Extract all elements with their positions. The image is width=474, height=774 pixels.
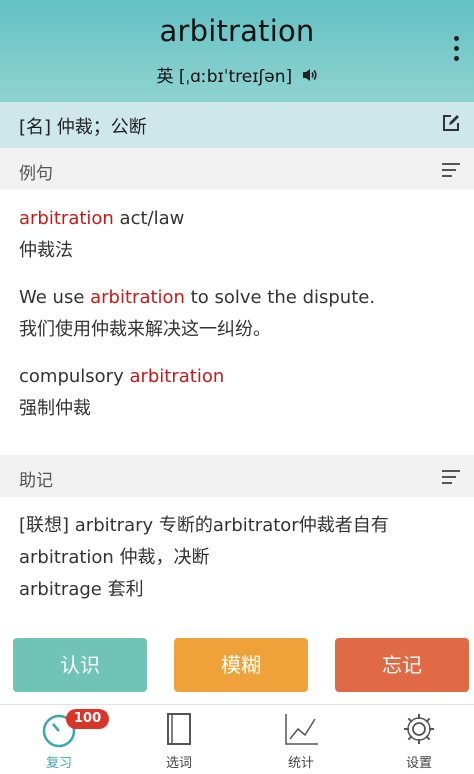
example-item: compulsory arbitration 强制仲裁	[19, 361, 224, 425]
tab-review[interactable]: 100 复习	[0, 705, 118, 774]
example-zh: 仲裁法	[19, 240, 73, 261]
mnemonic-line: [联想] arbitrary 专断的arbitrator仲裁者自有	[19, 515, 389, 536]
example-en: arbitration act/law	[19, 208, 185, 229]
highlight-word: arbitration	[19, 208, 114, 229]
speaker-icon[interactable]	[302, 67, 318, 87]
mnemonic-line: arbitrage 套利	[19, 579, 144, 600]
examples-header: 例句	[0, 148, 474, 190]
tab-settings[interactable]: 设置	[360, 705, 474, 774]
examples-sort-icon[interactable]	[442, 163, 460, 181]
bottom-tab-bar: 100 复习 选词 统计 设置	[0, 704, 474, 774]
example-en: compulsory arbitration	[19, 366, 225, 387]
answer-button-bar: 认识 模糊 忘记	[0, 630, 474, 704]
book-icon	[167, 713, 191, 745]
tab-label: 统计	[287, 756, 314, 771]
tab-label: 设置	[405, 756, 432, 771]
tab-select-words[interactable]: 选词	[120, 705, 238, 774]
edit-icon[interactable]	[442, 114, 460, 137]
review-count-badge: 100	[66, 709, 110, 729]
examples-title: 例句	[19, 164, 53, 184]
more-menu-icon[interactable]	[454, 36, 460, 66]
mnemonic-content: [联想] arbitrary 专断的arbitrator仲裁者自有 arbitr…	[19, 510, 389, 606]
chart-icon	[285, 714, 318, 745]
phonetic-text: 英 [ˌɑːbɪˈtreɪʃən]	[156, 67, 293, 87]
word-title: arbitration	[159, 14, 315, 48]
mnemonic-header: 助记	[0, 455, 474, 497]
gear-icon	[404, 714, 434, 744]
meaning-bar: [名] 仲裁；公断	[0, 102, 474, 148]
mnemonic-line: arbitration 仲裁，决断	[19, 547, 210, 568]
phonetic-row: 英 [ˌɑːbɪˈtreɪʃən]	[0, 62, 474, 87]
forget-button[interactable]: 忘记	[335, 638, 469, 692]
example-zh: 强制仲裁	[19, 398, 91, 419]
tab-stats[interactable]: 统计	[242, 705, 360, 774]
highlight-word: arbitration	[90, 287, 185, 308]
tab-label: 复习	[45, 756, 72, 771]
example-item: We use arbitration to solve the dispute.…	[19, 282, 375, 346]
example-en: We use arbitration to solve the dispute.	[19, 287, 376, 308]
word-header: arbitration 英 [ˌɑːbɪˈtreɪʃən]	[0, 0, 474, 102]
vague-button[interactable]: 模糊	[174, 638, 308, 692]
highlight-word: arbitration	[129, 366, 225, 387]
tab-label: 选词	[165, 756, 192, 771]
example-item: arbitration act/law 仲裁法	[19, 203, 184, 267]
mnemonic-sort-icon[interactable]	[442, 470, 460, 488]
meaning-text: [名] 仲裁；公断	[19, 117, 147, 138]
mnemonic-title: 助记	[19, 471, 53, 491]
example-zh: 我们使用仲裁来解决这一纠纷。	[19, 319, 271, 340]
know-button[interactable]: 认识	[13, 638, 147, 692]
